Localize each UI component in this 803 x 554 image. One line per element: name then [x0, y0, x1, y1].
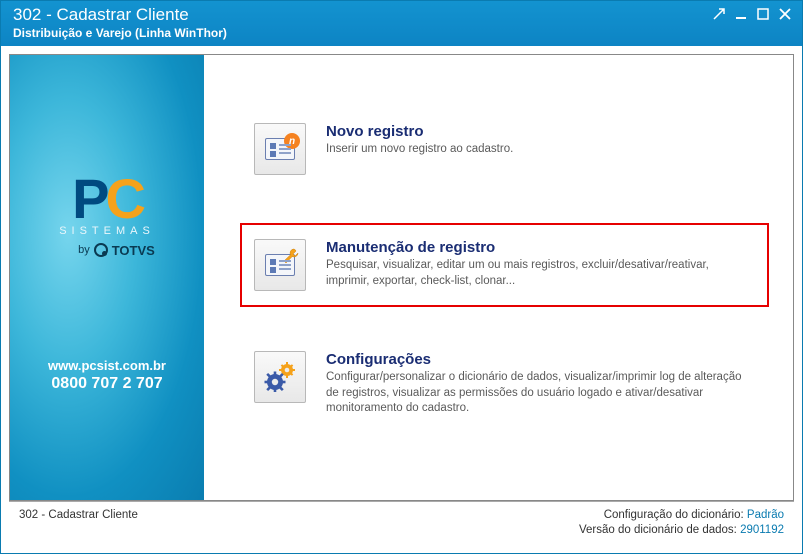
window-subtitle: Distribuição e Varejo (Linha WinThor) [13, 26, 227, 40]
option-title: Novo registro [326, 123, 755, 140]
new-record-icon: n [254, 123, 306, 175]
logo-totvs-label: TOTVS [112, 243, 155, 258]
status-version-label: Versão do dicionário de dados: [579, 524, 737, 536]
option-desc: Configurar/personalizar o dicionário de … [326, 370, 755, 417]
window-controls [712, 7, 792, 21]
wrench-icon [282, 247, 300, 265]
app-window: 302 - Cadastrar Cliente Distribuição e V… [0, 0, 803, 554]
titlebar: 302 - Cadastrar Cliente Distribuição e V… [1, 1, 802, 46]
close-icon[interactable] [778, 7, 792, 21]
status-config-label: Configuração do dicionário: [604, 509, 744, 521]
content-wrap: PC SISTEMAS by TOTVS www.pcsist.com.br 0… [1, 46, 802, 553]
statusbar: 302 - Cadastrar Cliente Configuração do … [9, 501, 794, 545]
option-settings[interactable]: Configurações Configurar/personalizar o … [240, 335, 769, 433]
logo-by-label: by [78, 244, 90, 256]
option-desc: Pesquisar, visualizar, editar um ou mais… [326, 258, 755, 289]
option-desc: Inserir um novo registro ao cadastro. [326, 142, 755, 158]
logo: PC SISTEMAS by TOTVS [59, 175, 155, 258]
inner-panel: PC SISTEMAS by TOTVS www.pcsist.com.br 0… [9, 54, 794, 501]
totvs-ring-icon [94, 243, 108, 257]
window-title: 302 - Cadastrar Cliente [13, 5, 227, 25]
maximize-icon[interactable] [756, 7, 770, 21]
settings-icon [254, 351, 306, 403]
status-left: 302 - Cadastrar Cliente [19, 508, 138, 539]
restore-icon[interactable] [712, 7, 726, 21]
option-title: Configurações [326, 351, 755, 368]
sidebar: PC SISTEMAS by TOTVS www.pcsist.com.br 0… [10, 55, 204, 500]
option-title: Manutenção de registro [326, 239, 755, 256]
status-version-value: 2901192 [740, 524, 784, 536]
status-config-value: Padrão [747, 509, 784, 521]
maintenance-icon [254, 239, 306, 291]
minimize-icon[interactable] [734, 7, 748, 21]
logo-pc-icon: PC [59, 175, 155, 223]
option-maintenance[interactable]: Manutenção de registro Pesquisar, visual… [240, 223, 769, 307]
main-area: n Novo registro Inserir um novo registro… [204, 55, 793, 500]
option-new-record[interactable]: n Novo registro Inserir um novo registro… [240, 107, 769, 191]
gear-large-icon [265, 372, 286, 393]
logo-sistemas-label: SISTEMAS [59, 225, 155, 237]
logo-totvs: by TOTVS [59, 243, 155, 258]
site-url: www.pcsist.com.br [48, 358, 166, 373]
phone-number: 0800 707 2 707 [51, 375, 162, 393]
